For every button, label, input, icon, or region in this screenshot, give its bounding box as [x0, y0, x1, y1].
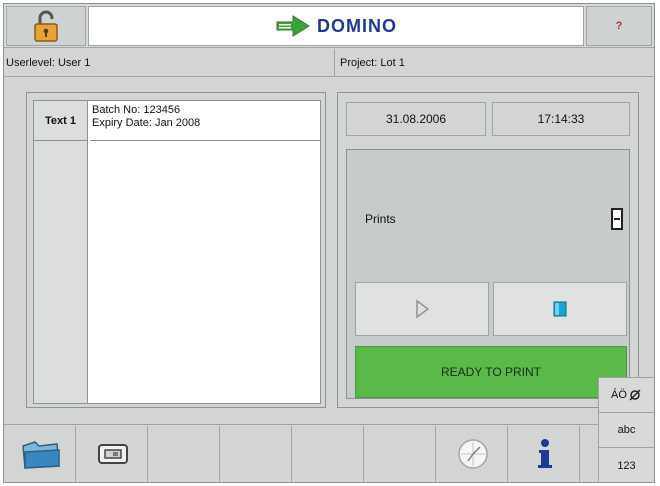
field-name-column: Text 1: [34, 101, 88, 403]
bottom-toolbar: [4, 424, 654, 482]
clock-settings-button[interactable]: [438, 426, 508, 482]
message-editor[interactable]: Text 1 Batch No: 123456 Expiry Date: Jan…: [33, 100, 321, 404]
stop-icon: [553, 301, 567, 317]
logo-text: DOMINO: [317, 15, 397, 36]
message-panel: Text 1 Batch No: 123456 Expiry Date: Jan…: [26, 92, 326, 408]
domino-arrow-icon: [276, 15, 310, 37]
field-line-batch: Batch No: 123456: [92, 104, 181, 116]
folder-icon: [21, 441, 60, 469]
counter-bar: [614, 218, 620, 220]
keyboard-mode-numeric[interactable]: 123: [599, 448, 654, 483]
start-print-button[interactable]: [355, 282, 489, 336]
print-preview-button[interactable]: [78, 426, 148, 482]
field-content-text-1[interactable]: Batch No: 123456 Expiry Date: Jan 2008: [90, 101, 320, 141]
header-bar: DOMINO ?: [4, 4, 654, 48]
keyboard-mode-special[interactable]: ÁÖ: [599, 378, 654, 413]
toolbar-empty-1[interactable]: [150, 426, 220, 482]
ready-status-bar: READY TO PRINT: [355, 346, 627, 398]
stop-print-button[interactable]: [493, 282, 627, 336]
printer-icon: [97, 444, 128, 464]
time-display: 17:14:33: [492, 102, 630, 136]
project-label: Project: Lot 1: [340, 57, 405, 69]
status-panel: 31.08.2006 17:14:33 Prints 0 READY TO PR…: [337, 92, 639, 408]
userlevel-label: Userlevel: User 1: [6, 57, 91, 69]
date-display: 31.08.2006: [346, 102, 486, 136]
prints-counter: 0: [611, 208, 623, 230]
keyboard-mode-lowercase[interactable]: abc: [599, 413, 654, 448]
toolbar-empty-4[interactable]: [366, 426, 436, 482]
field-name-text-1[interactable]: Text 1: [34, 101, 87, 141]
info-bar: Userlevel: User 1 Project: Lot 1: [4, 49, 654, 77]
help-button[interactable]: ?: [586, 6, 652, 46]
login-button[interactable]: [6, 6, 86, 46]
play-icon: [416, 299, 430, 319]
clock-icon: [457, 439, 488, 469]
eye-icon: [629, 389, 641, 401]
toolbar-empty-3[interactable]: [294, 426, 364, 482]
printer-screen: DOMINO ? Userlevel: User 1 Project: Lot …: [3, 3, 655, 483]
prints-label: Prints: [365, 212, 396, 226]
field-line-expiry: Expiry Date: Jan 2008: [92, 117, 201, 129]
keyboard-mode-selector: ÁÖ abc 123: [598, 377, 654, 482]
info-divider: [334, 49, 335, 77]
toolbar-empty-2[interactable]: [222, 426, 292, 482]
open-padlock-icon: [34, 10, 58, 42]
domino-logo: DOMINO: [88, 6, 584, 46]
open-message-button[interactable]: [6, 426, 76, 482]
keyboard-mode-special-label: ÁÖ: [611, 389, 627, 401]
info-icon: [537, 439, 552, 468]
print-control-panel: Prints 0 READY TO PRINT: [346, 149, 630, 399]
info-button[interactable]: [510, 426, 580, 482]
